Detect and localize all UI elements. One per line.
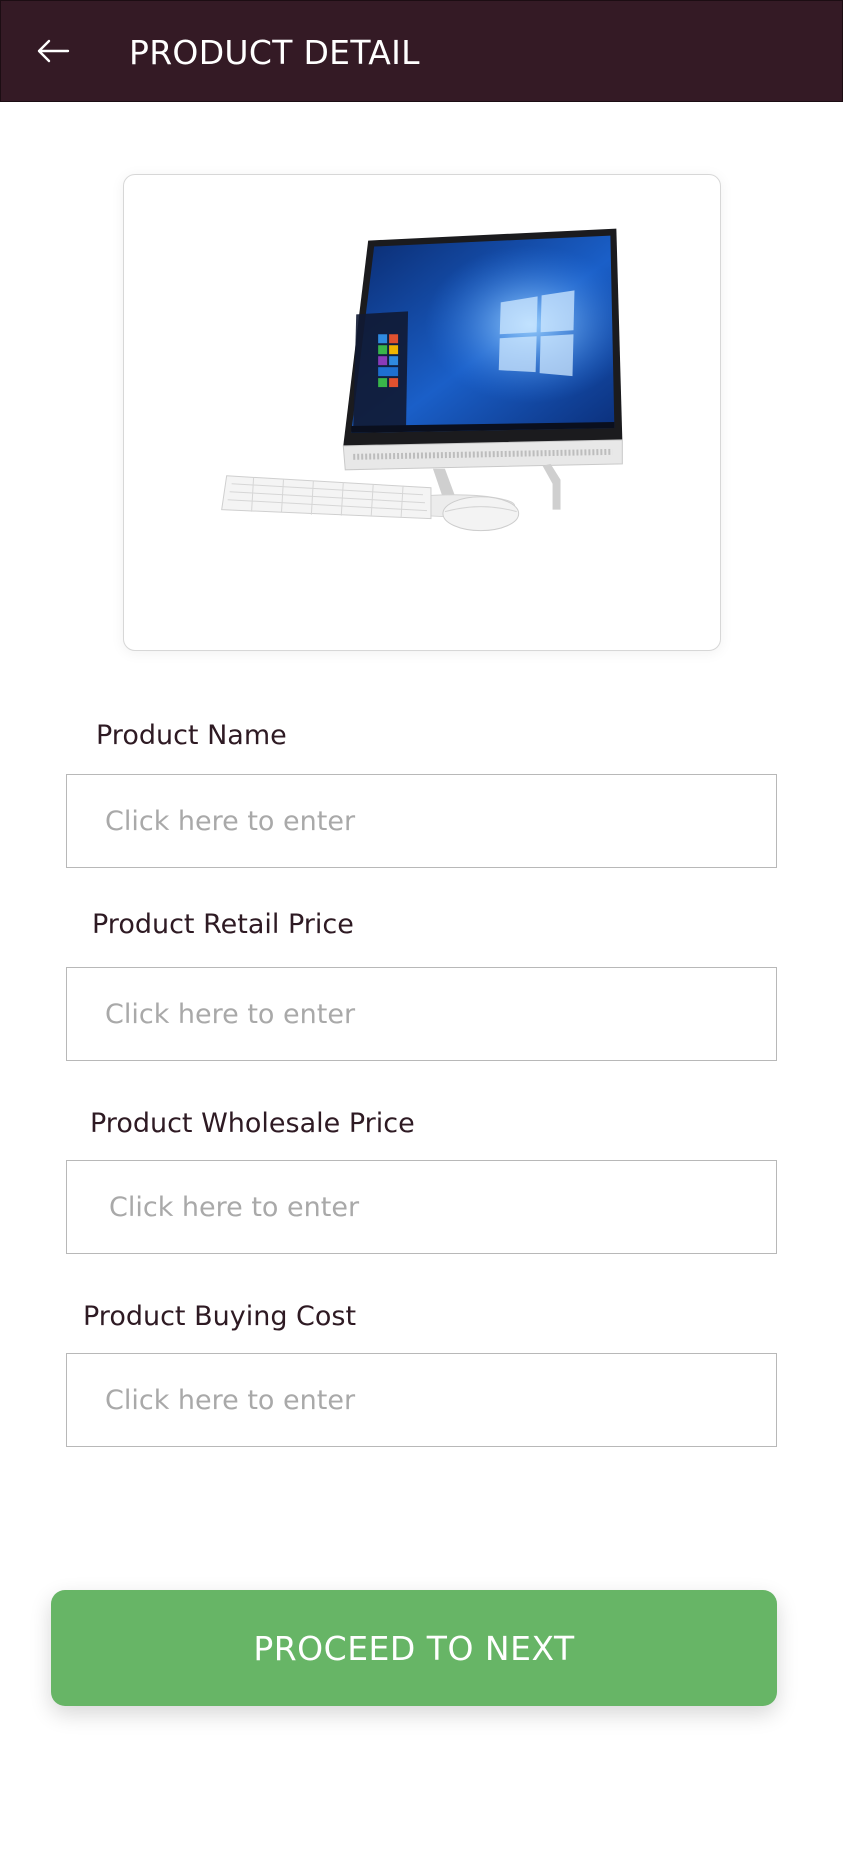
page-title: PRODUCT DETAIL <box>129 32 420 72</box>
app-bar: PRODUCT DETAIL <box>0 0 843 102</box>
product-retail-price-input[interactable] <box>66 967 777 1061</box>
arrow-left-icon <box>37 39 70 63</box>
product-name-label: Product Name <box>96 720 287 751</box>
proceed-to-next-button[interactable]: PROCEED TO NEXT <box>51 1590 777 1706</box>
product-name-input[interactable] <box>66 774 777 868</box>
product-wholesale-price-input[interactable] <box>66 1160 777 1254</box>
product-retail-price-label: Product Retail Price <box>92 909 354 940</box>
product-buying-cost-input[interactable] <box>66 1353 777 1447</box>
back-button[interactable] <box>31 29 75 73</box>
product-wholesale-price-label: Product Wholesale Price <box>90 1108 415 1139</box>
product-buying-cost-label: Product Buying Cost <box>83 1301 357 1332</box>
desktop-computer-image <box>221 228 623 532</box>
product-image-card[interactable] <box>123 174 721 651</box>
